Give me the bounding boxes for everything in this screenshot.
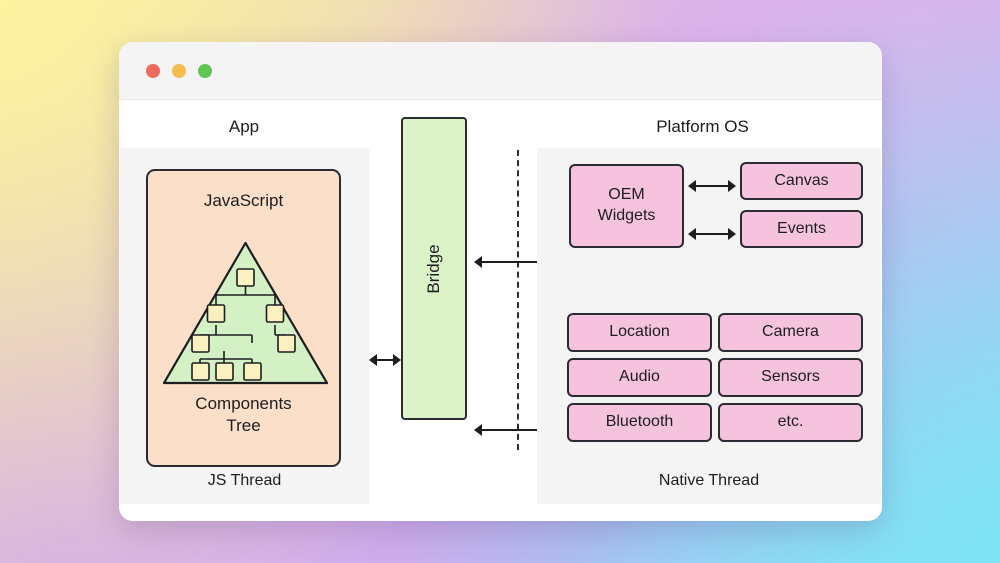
ui-module-canvas-box[interactable]: Canvas (740, 162, 863, 200)
native-module-camera-label: Camera (762, 323, 819, 341)
arrow-oem-to-events (688, 228, 736, 240)
oem-widgets-box[interactable]: OEM Widgets (569, 164, 684, 248)
components-tree-label: Components Tree (148, 393, 339, 438)
arrow-head-right-icon (728, 180, 736, 192)
native-thread-panel: OEM Widgets Canvas Events Location Camer… (537, 148, 881, 504)
native-module-etc-label: etc. (777, 413, 804, 431)
ui-module-events-box[interactable]: Events (740, 210, 863, 248)
ui-module-canvas-label: Canvas (774, 171, 829, 189)
app-window: App Platform OS JavaScript Components Tr… (119, 42, 882, 521)
thread-boundary-divider (517, 150, 519, 450)
oem-widgets-label-line1: OEM (608, 186, 645, 204)
maximize-window-icon[interactable] (198, 63, 212, 78)
arrow-oem-to-canvas (688, 180, 736, 192)
native-module-audio-label: Audio (619, 368, 660, 386)
arrow-shaft (694, 233, 730, 235)
native-module-audio-box[interactable]: Audio (567, 358, 712, 397)
arrow-shaft (694, 185, 730, 187)
arrow-shaft (375, 359, 395, 361)
arrow-head-right-icon (393, 354, 401, 366)
native-module-etc-box[interactable]: etc. (718, 403, 863, 442)
native-module-bluetooth-label: Bluetooth (605, 413, 674, 431)
column-title-app: App (228, 117, 260, 136)
native-module-sensors-box[interactable]: Sensors (718, 358, 863, 397)
close-window-icon[interactable] (146, 63, 160, 78)
oem-widgets-label-line2: Widgets (597, 207, 656, 224)
components-tree-label-line2: Tree (226, 416, 261, 436)
window-titlebar (119, 42, 882, 100)
native-module-camera-box[interactable]: Camera (718, 313, 863, 352)
ui-module-events-label: Events (777, 219, 826, 237)
bridge-box: Bridge (401, 117, 467, 420)
column-title-platform-os: Platform OS (656, 117, 749, 136)
javascript-label: JavaScript (203, 191, 284, 210)
js-thread-panel: JavaScript Components Tree JS Thread (120, 148, 369, 504)
native-module-bluetooth-box[interactable]: Bluetooth (567, 403, 712, 442)
native-module-sensors-label: Sensors (761, 368, 820, 386)
diagram-canvas: App Platform OS JavaScript Components Tr… (119, 100, 882, 521)
native-module-location-label: Location (609, 323, 670, 341)
components-tree-illustration (160, 239, 331, 387)
arrow-head-right-icon (728, 228, 736, 240)
native-module-location-box[interactable]: Location (567, 313, 712, 352)
js-thread-footer-label: JS Thread (207, 472, 282, 489)
javascript-card: JavaScript Components Tree (146, 169, 341, 467)
components-tree-label-line1: Components (195, 394, 292, 413)
native-thread-footer-label: Native Thread (658, 472, 760, 489)
arrow-js-to-bridge (369, 354, 401, 366)
bridge-label: Bridge (424, 243, 443, 294)
minimize-window-icon[interactable] (172, 63, 186, 78)
components-tree-svg (162, 241, 329, 385)
